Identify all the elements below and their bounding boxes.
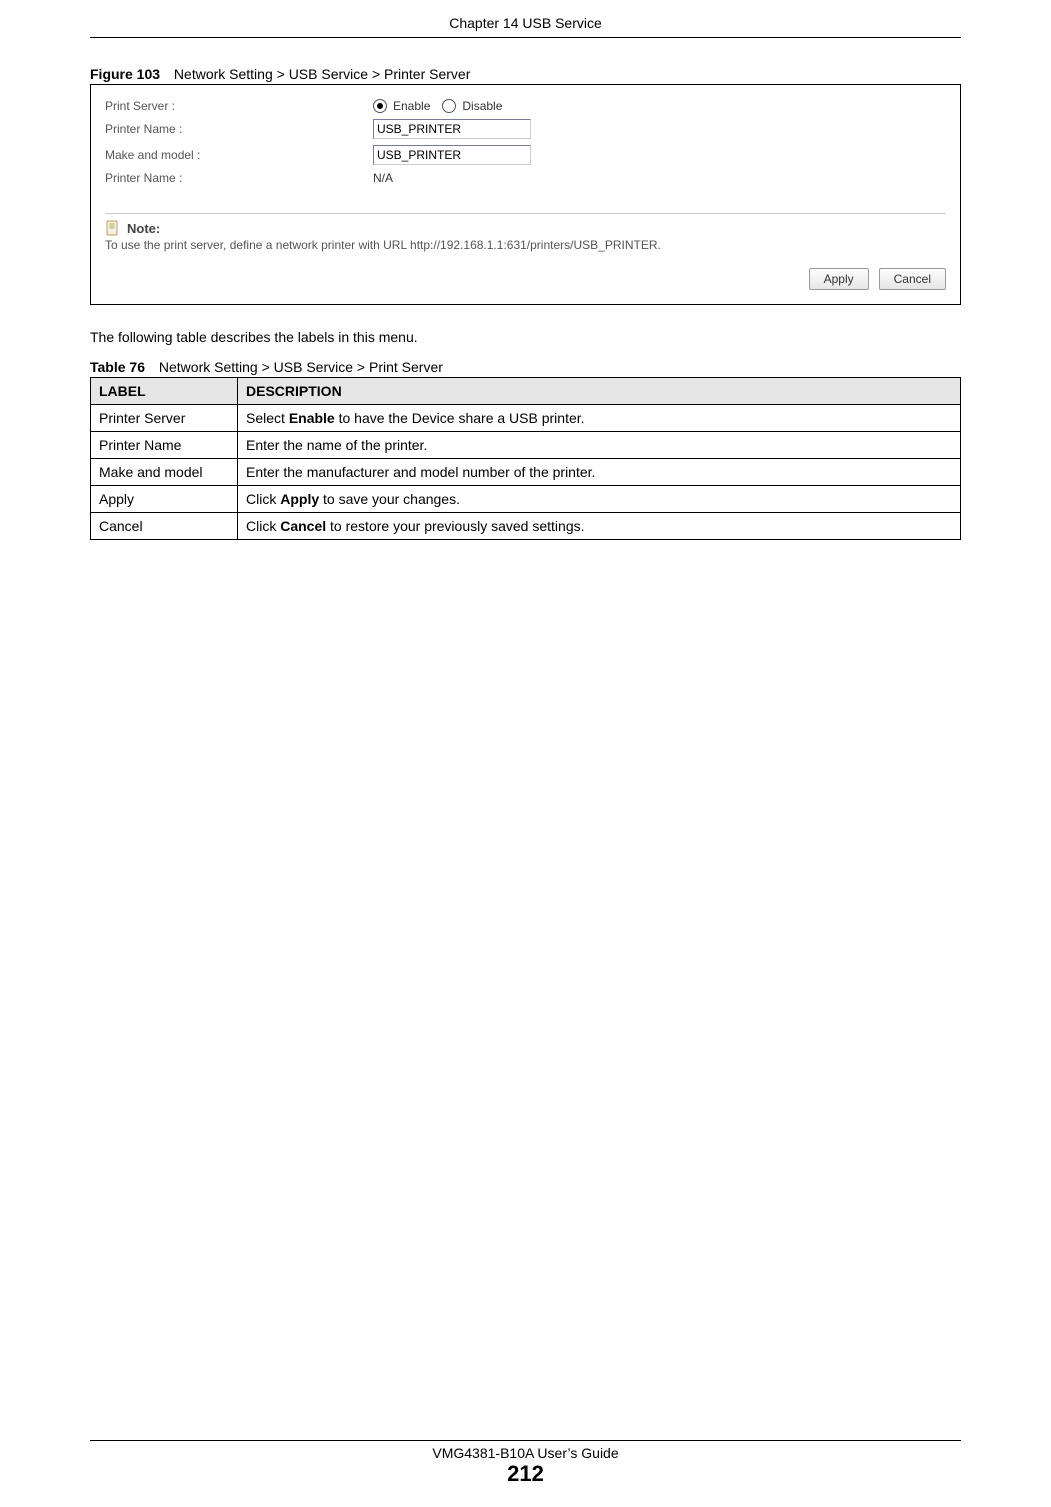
print-server-radio-group: Enable Disable — [373, 99, 946, 113]
desc-pre: Click — [246, 491, 280, 507]
apply-button[interactable]: Apply — [809, 268, 869, 290]
print-server-label: Print Server : — [105, 99, 365, 113]
radio-disable-label: Disable — [462, 99, 502, 113]
button-row: Apply Cancel — [91, 268, 960, 296]
desc-bold: Enable — [289, 410, 335, 426]
radio-enable-label: Enable — [393, 99, 430, 113]
desc-post: to save your changes. — [319, 491, 460, 507]
form-grid: Print Server : Enable Disable Printer Na… — [91, 85, 960, 191]
desc-post: to have the Device share a USB printer. — [335, 410, 585, 426]
table-row: Apply Click Apply to save your changes. — [91, 486, 961, 513]
table-number: Table 76 — [90, 359, 145, 375]
table-row: Cancel Click Cancel to restore your prev… — [91, 513, 961, 540]
desc-pre: Select — [246, 410, 289, 426]
cancel-button[interactable]: Cancel — [879, 268, 946, 290]
radio-disable[interactable] — [442, 99, 456, 113]
figure-caption-text: Network Setting > USB Service > Printer … — [174, 66, 470, 82]
cell-label: Cancel — [91, 513, 238, 540]
figure-caption: Figure 103 Network Setting > USB Service… — [90, 66, 961, 82]
table-row: Printer Name Enter the name of the print… — [91, 432, 961, 459]
cell-label: Printer Server — [91, 405, 238, 432]
desc-pre: Enter the name of the printer. — [246, 437, 427, 453]
desc-bold: Apply — [280, 491, 319, 507]
printer-name2-label: Printer Name : — [105, 171, 365, 185]
cell-label: Apply — [91, 486, 238, 513]
desc-bold: Cancel — [280, 518, 326, 534]
footer-guide: VMG4381-B10A User’s Guide — [0, 1445, 1051, 1461]
printer-name2-value: N/A — [373, 171, 946, 185]
table-caption: Table 76 Network Setting > USB Service >… — [90, 359, 961, 375]
note-heading-row: Note: — [105, 214, 946, 238]
desc-pre: Click — [246, 518, 280, 534]
th-label: LABEL — [91, 378, 238, 405]
footer-rule — [90, 1440, 961, 1441]
note-heading: Note: — [127, 221, 160, 236]
cell-desc: Click Cancel to restore your previously … — [238, 513, 961, 540]
figure-number: Figure 103 — [90, 66, 160, 82]
intro-paragraph: The following table describes the labels… — [90, 329, 961, 345]
content-area: Figure 103 Network Setting > USB Service… — [0, 38, 1051, 540]
note-icon — [105, 220, 121, 236]
note-text: To use the print server, define a networ… — [105, 238, 946, 260]
table-row: Printer Server Select Enable to have the… — [91, 405, 961, 432]
table-caption-text: Network Setting > USB Service > Print Se… — [159, 359, 443, 375]
cell-desc: Click Apply to save your changes. — [238, 486, 961, 513]
printer-name-label: Printer Name : — [105, 122, 365, 136]
page-number: 212 — [0, 1461, 1051, 1487]
note-block: Note: To use the print server, define a … — [105, 213, 946, 260]
cell-label: Make and model — [91, 459, 238, 486]
cell-label: Printer Name — [91, 432, 238, 459]
make-model-label: Make and model : — [105, 148, 365, 162]
description-table: LABEL DESCRIPTION Printer Server Select … — [90, 377, 961, 540]
cell-desc: Enter the name of the printer. — [238, 432, 961, 459]
printer-name-input[interactable] — [373, 119, 531, 139]
desc-pre: Enter the manufacturer and model number … — [246, 464, 595, 480]
figure-screenshot: Print Server : Enable Disable Printer Na… — [90, 84, 961, 305]
radio-enable[interactable] — [373, 99, 387, 113]
cell-desc: Select Enable to have the Device share a… — [238, 405, 961, 432]
make-model-input[interactable] — [373, 145, 531, 165]
desc-post: to restore your previously saved setting… — [326, 518, 584, 534]
page: Chapter 14 USB Service Figure 103 Networ… — [0, 0, 1051, 1507]
footer: VMG4381-B10A User’s Guide 212 — [0, 1440, 1051, 1487]
chapter-header: Chapter 14 USB Service — [0, 0, 1051, 31]
cell-desc: Enter the manufacturer and model number … — [238, 459, 961, 486]
th-description: DESCRIPTION — [238, 378, 961, 405]
table-row: Make and model Enter the manufacturer an… — [91, 459, 961, 486]
